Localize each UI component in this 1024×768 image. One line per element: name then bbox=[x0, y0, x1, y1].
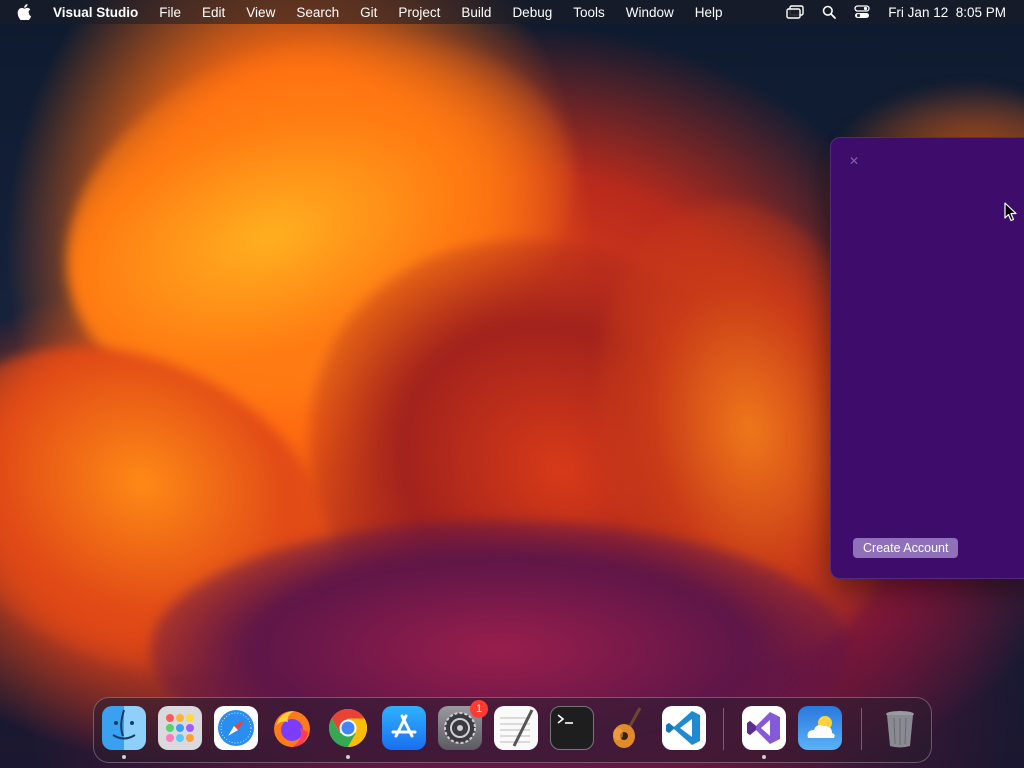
visual-studio-running-indicator bbox=[762, 755, 766, 759]
garageband-icon[interactable] bbox=[606, 706, 650, 750]
weather-icon[interactable] bbox=[798, 706, 842, 750]
menu-view[interactable]: View bbox=[246, 5, 275, 20]
spotlight-search-icon[interactable] bbox=[822, 5, 837, 19]
create-account-window: ✕ Create Account bbox=[830, 137, 1024, 579]
close-icon[interactable]: ✕ bbox=[849, 154, 859, 168]
menu-tools[interactable]: Tools bbox=[573, 5, 605, 20]
dock-separator bbox=[861, 708, 862, 750]
menu-search[interactable]: Search bbox=[296, 5, 339, 20]
vscode-icon[interactable] bbox=[662, 706, 706, 750]
menu-project[interactable]: Project bbox=[398, 5, 440, 20]
create-account-button[interactable]: Create Account bbox=[853, 538, 959, 558]
textedit-icon[interactable] bbox=[494, 706, 538, 750]
launchpad-icon[interactable] bbox=[158, 706, 202, 750]
trash-icon[interactable] bbox=[878, 706, 922, 750]
terminal-icon[interactable] bbox=[550, 706, 594, 750]
chrome-icon[interactable] bbox=[326, 706, 370, 750]
dock: 1 bbox=[93, 697, 932, 763]
menu-window[interactable]: Window bbox=[626, 5, 674, 20]
notification-badge: 1 bbox=[470, 700, 488, 718]
app-store-icon[interactable] bbox=[382, 706, 426, 750]
menu-bar: Visual Studio File Edit View Search Git … bbox=[0, 0, 1024, 24]
mouse-pointer-icon bbox=[1004, 202, 1018, 227]
menu-bar-extras: Fri Jan 12 8:05 PM bbox=[786, 0, 1006, 24]
screen-mirroring-icon[interactable] bbox=[786, 5, 804, 19]
finder-running-indicator bbox=[122, 755, 126, 759]
menu-bar-clock[interactable]: Fri Jan 12 8:05 PM bbox=[888, 5, 1006, 20]
control-center-icon[interactable] bbox=[854, 5, 870, 19]
system-settings-icon[interactable]: 1 bbox=[438, 700, 488, 750]
firefox-icon[interactable] bbox=[270, 706, 314, 750]
menu-edit[interactable]: Edit bbox=[202, 5, 225, 20]
safari-icon[interactable] bbox=[214, 706, 258, 750]
menu-app-name[interactable]: Visual Studio bbox=[53, 5, 138, 20]
visual-studio-icon[interactable] bbox=[742, 706, 786, 750]
chrome-running-indicator bbox=[346, 755, 350, 759]
menu-debug[interactable]: Debug bbox=[512, 5, 552, 20]
apple-menu-icon[interactable] bbox=[17, 4, 37, 20]
dock-separator bbox=[723, 708, 724, 750]
menu-build[interactable]: Build bbox=[461, 5, 491, 20]
menu-file[interactable]: File bbox=[159, 5, 181, 20]
finder-icon[interactable] bbox=[102, 706, 146, 750]
menu-git[interactable]: Git bbox=[360, 5, 377, 20]
menu-help[interactable]: Help bbox=[695, 5, 723, 20]
